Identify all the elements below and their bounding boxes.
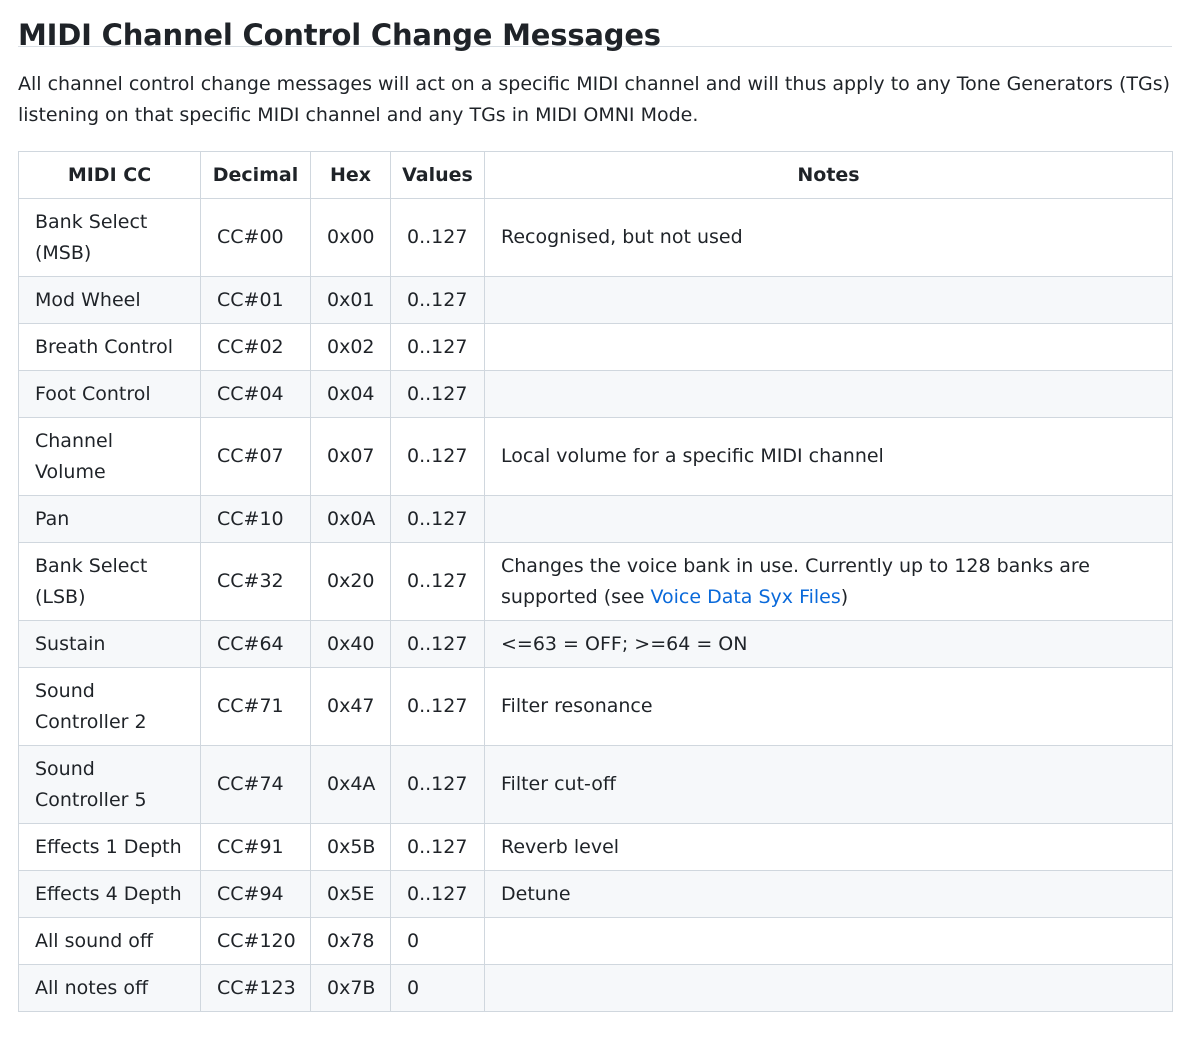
table-row: Sustain CC#64 0x40 0..127 <=63 = OFF; >=… — [18, 620, 1173, 668]
cell-notes — [484, 276, 1173, 324]
cell-decimal: CC#32 — [200, 542, 311, 621]
cell-name: All sound off — [18, 917, 201, 965]
cell-notes — [484, 370, 1173, 418]
table-body: Bank Select (MSB) CC#00 0x00 0..127 Reco… — [18, 198, 1173, 1012]
cell-decimal: CC#10 — [200, 495, 311, 543]
cell-hex: 0x78 — [310, 917, 391, 965]
cell-name: Effects 1 Depth — [18, 823, 201, 871]
cc-table: MIDI CC Decimal Hex Values Notes Bank Se… — [18, 151, 1173, 1012]
cell-notes: Changes the voice bank in use. Currently… — [484, 542, 1173, 621]
cell-notes — [484, 323, 1173, 371]
cell-values: 0..127 — [390, 276, 485, 324]
page-title: MIDI Channel Control Change Messages — [18, 0, 1172, 52]
cell-values: 0..127 — [390, 667, 485, 746]
cell-hex: 0x01 — [310, 276, 391, 324]
cell-decimal: CC#04 — [200, 370, 311, 418]
cell-decimal: CC#64 — [200, 620, 311, 668]
cell-name: Sound Controller 5 — [18, 745, 201, 824]
table-row: Channel Volume CC#07 0x07 0..127 Local v… — [18, 417, 1173, 496]
cell-hex: 0x0A — [310, 495, 391, 543]
cell-values: 0..127 — [390, 417, 485, 496]
cell-decimal: CC#120 — [200, 917, 311, 965]
cell-hex: 0x20 — [310, 542, 391, 621]
notes-text-after: ) — [840, 585, 849, 608]
header-values: Values — [390, 151, 485, 199]
cell-values: 0..127 — [390, 745, 485, 824]
cell-notes — [484, 917, 1173, 965]
header-midi-cc: MIDI CC — [18, 151, 201, 199]
cell-name: All notes off — [18, 964, 201, 1012]
cell-values: 0..127 — [390, 495, 485, 543]
header-decimal: Decimal — [200, 151, 311, 199]
cell-name: Effects 4 Depth — [18, 870, 201, 918]
table-row: Breath Control CC#02 0x02 0..127 — [18, 323, 1173, 371]
table-row: All notes off CC#123 0x7B 0 — [18, 964, 1173, 1012]
cell-hex: 0x07 — [310, 417, 391, 496]
cell-name: Bank Select (MSB) — [18, 198, 201, 277]
cell-notes: Filter resonance — [484, 667, 1173, 746]
cell-name: Sound Controller 2 — [18, 667, 201, 746]
header-row: MIDI CC Decimal Hex Values Notes — [18, 151, 1173, 199]
cell-hex: 0x5B — [310, 823, 391, 871]
cell-notes: Local volume for a specific MIDI channel — [484, 417, 1173, 496]
header-notes: Notes — [484, 151, 1173, 199]
page: MIDI Channel Control Change Messages All… — [0, 0, 1200, 1054]
cell-hex: 0x4A — [310, 745, 391, 824]
cell-decimal: CC#74 — [200, 745, 311, 824]
cell-values: 0..127 — [390, 823, 485, 871]
cell-notes: Detune — [484, 870, 1173, 918]
cell-notes: <=63 = OFF; >=64 = ON — [484, 620, 1173, 668]
cell-notes: Reverb level — [484, 823, 1173, 871]
cell-name: Sustain — [18, 620, 201, 668]
cell-hex: 0x5E — [310, 870, 391, 918]
header-hex: Hex — [310, 151, 391, 199]
table-row: Bank Select (MSB) CC#00 0x00 0..127 Reco… — [18, 198, 1173, 277]
cell-values: 0..127 — [390, 620, 485, 668]
cell-values: 0..127 — [390, 198, 485, 277]
cell-values: 0 — [390, 917, 485, 965]
cell-decimal: CC#71 — [200, 667, 311, 746]
cell-notes — [484, 495, 1173, 543]
cell-decimal: CC#94 — [200, 870, 311, 918]
table-row: All sound off CC#120 0x78 0 — [18, 917, 1173, 965]
table-row: Foot Control CC#04 0x04 0..127 — [18, 370, 1173, 418]
cell-decimal: CC#02 — [200, 323, 311, 371]
table-row: Pan CC#10 0x0A 0..127 — [18, 495, 1173, 543]
cell-decimal: CC#00 — [200, 198, 311, 277]
cell-values: 0 — [390, 964, 485, 1012]
cell-notes: Filter cut-off — [484, 745, 1173, 824]
cell-hex: 0x00 — [310, 198, 391, 277]
cell-hex: 0x40 — [310, 620, 391, 668]
cell-decimal: CC#01 — [200, 276, 311, 324]
table-row: Sound Controller 5 CC#74 0x4A 0..127 Fil… — [18, 745, 1173, 824]
cell-values: 0..127 — [390, 370, 485, 418]
cell-decimal: CC#07 — [200, 417, 311, 496]
cell-name: Breath Control — [18, 323, 201, 371]
table-row: Effects 4 Depth CC#94 0x5E 0..127 Detune — [18, 870, 1173, 918]
cell-name: Foot Control — [18, 370, 201, 418]
table-row: Sound Controller 2 CC#71 0x47 0..127 Fil… — [18, 667, 1173, 746]
table-header: MIDI CC Decimal Hex Values Notes — [18, 151, 1173, 199]
intro-paragraph: All channel control change messages will… — [18, 73, 1171, 126]
cell-name: Channel Volume — [18, 417, 201, 496]
cell-values: 0..127 — [390, 542, 485, 621]
cell-values: 0..127 — [390, 323, 485, 371]
cell-hex: 0x02 — [310, 323, 391, 371]
cell-name: Mod Wheel — [18, 276, 201, 324]
cell-decimal: CC#91 — [200, 823, 311, 871]
table-row: Bank Select (LSB) CC#32 0x20 0..127 Chan… — [18, 542, 1173, 621]
cell-name: Bank Select (LSB) — [18, 542, 201, 621]
cell-notes: Recognised, but not used — [484, 198, 1173, 277]
cell-name: Pan — [18, 495, 201, 543]
cell-decimal: CC#123 — [200, 964, 311, 1012]
voice-data-syx-files-link[interactable]: Voice Data Syx Files — [650, 586, 840, 608]
cell-values: 0..127 — [390, 870, 485, 918]
cell-hex: 0x7B — [310, 964, 391, 1012]
table-row: Mod Wheel CC#01 0x01 0..127 — [18, 276, 1173, 324]
cell-hex: 0x47 — [310, 667, 391, 746]
cell-hex: 0x04 — [310, 370, 391, 418]
table-row: Effects 1 Depth CC#91 0x5B 0..127 Reverb… — [18, 823, 1173, 871]
cell-notes — [484, 964, 1173, 1012]
